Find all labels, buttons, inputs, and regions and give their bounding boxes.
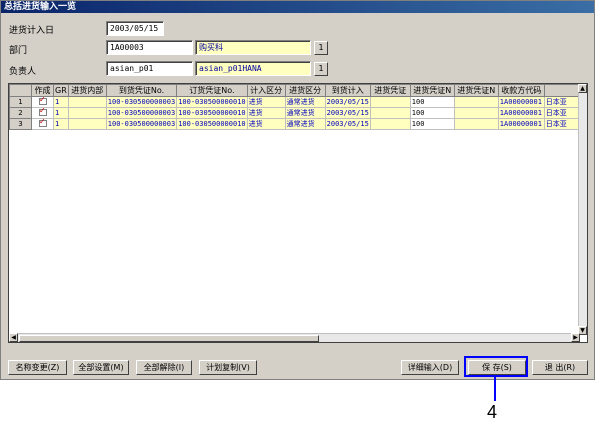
cell: 100-030500000010: [176, 96, 248, 108]
data-grid[interactable]: 作成 GR 进货内部 到货凭证No. 订货凭证No. 计入区分 进货区分 到货计…: [8, 83, 588, 343]
vertical-scrollbar[interactable]: ▲ ▼: [578, 84, 587, 335]
cell: 100-030500000003: [105, 118, 178, 130]
cell: 通常进货: [284, 107, 326, 119]
person-code-field[interactable]: asian_p01: [106, 61, 193, 76]
gr-cell: 1: [53, 107, 69, 119]
cell[interactable]: [453, 107, 499, 119]
col-header: [9, 84, 32, 97]
copy-plan-button[interactable]: 计划复制(V): [199, 360, 257, 375]
cell: 100-030500000003: [105, 96, 178, 108]
date-field[interactable]: 2003/05/15: [106, 21, 164, 36]
scroll-thumb[interactable]: [19, 335, 319, 342]
cell: 通常进货: [284, 96, 326, 108]
cell: 进货: [246, 96, 286, 108]
cell: 进货: [246, 118, 286, 130]
cell: 2003/05/15: [324, 107, 371, 119]
check-icon[interactable]: [38, 119, 47, 127]
rename-button[interactable]: 名称变更(Z): [8, 360, 67, 375]
dept-label: 部门: [9, 46, 28, 56]
cell: 2003/05/15: [324, 96, 371, 108]
cell[interactable]: 100: [409, 118, 455, 130]
save-highlight-box: [464, 356, 528, 377]
check-icon[interactable]: [38, 97, 47, 105]
grid-header-row: 作成 GR 进货内部 到货凭证No. 订货凭证No. 计入区分 进货区分 到货计…: [9, 84, 585, 97]
callout-number: 4: [487, 402, 498, 422]
table-row[interactable]: 2 1 100-030500000003 100-030500000010 进货…: [9, 107, 585, 119]
col-header[interactable]: 到货凭证No.: [105, 84, 178, 97]
col-header[interactable]: 进货区分: [284, 84, 326, 97]
col-header[interactable]: 进货凭证N: [453, 84, 499, 97]
create-checkbox[interactable]: [31, 96, 54, 108]
scroll-right-icon[interactable]: ▶: [571, 333, 580, 342]
horizontal-scrollbar[interactable]: ◀ ▶: [9, 333, 580, 342]
cell[interactable]: [67, 107, 107, 119]
gr-cell: 1: [53, 118, 69, 130]
cell: 1A00000001: [497, 118, 545, 130]
gr-cell: 1: [53, 96, 69, 108]
row-number[interactable]: 1: [9, 96, 32, 108]
col-header[interactable]: 计入区分: [246, 84, 286, 97]
col-header[interactable]: 进货凭证: [369, 84, 411, 97]
col-header[interactable]: 作成: [31, 84, 54, 97]
cell: 1A00000001: [497, 107, 545, 119]
cell[interactable]: [369, 107, 411, 119]
col-header[interactable]: 进货凭证N: [409, 84, 455, 97]
cell[interactable]: [369, 118, 411, 130]
person-name-field: asian_p01HANA: [195, 61, 311, 76]
cell: 2003/05/15: [324, 118, 371, 130]
col-header[interactable]: 到货计入: [324, 84, 371, 97]
scroll-left-icon[interactable]: ◀: [9, 333, 18, 342]
check-icon[interactable]: [38, 108, 47, 116]
main-window: 总括进货输入一览 进货计入日 2003/05/15 部门 1A00003 购买科…: [0, 0, 595, 380]
date-label: 进货计入日: [9, 26, 55, 36]
person-label: 负责人: [9, 67, 37, 77]
cell: 100-030500000010: [176, 118, 248, 130]
cell[interactable]: 100: [409, 107, 455, 119]
cell: 100-030500000003: [105, 107, 178, 119]
row-number[interactable]: 3: [9, 118, 32, 130]
row-number[interactable]: 2: [9, 107, 32, 119]
cell: 100-030500000010: [176, 107, 248, 119]
col-header[interactable]: 收款方代码: [497, 84, 545, 97]
cell: 通常进货: [284, 118, 326, 130]
dept-code-field[interactable]: 1A00003: [106, 40, 193, 55]
create-checkbox[interactable]: [31, 118, 54, 130]
detail-input-button[interactable]: 详细输入(D): [401, 360, 459, 375]
window-title: 总括进货输入一览: [1, 1, 594, 13]
cell: 1A00000001: [497, 96, 545, 108]
col-header[interactable]: 订货凭证No.: [176, 84, 248, 97]
col-header[interactable]: GR: [53, 84, 69, 97]
dept-name-field: 购买科: [195, 40, 311, 55]
cell: 进货: [246, 107, 286, 119]
table-row[interactable]: 3 1 100-030500000003 100-030500000010 进货…: [9, 118, 585, 130]
cell[interactable]: [369, 96, 411, 108]
exit-button[interactable]: 退 出(R): [532, 360, 588, 375]
clear-all-button[interactable]: 全部解除(I): [136, 360, 192, 375]
dept-search-button[interactable]: 1: [314, 41, 328, 55]
col-header[interactable]: 进货内部: [67, 84, 107, 97]
cell[interactable]: 100: [409, 96, 455, 108]
grid-table: 作成 GR 进货内部 到货凭证No. 订货凭证No. 计入区分 进货区分 到货计…: [9, 84, 585, 130]
cell[interactable]: [67, 118, 107, 130]
table-row[interactable]: 1 1 100-030500000003 100-030500000010 进货…: [9, 96, 585, 108]
callout-line: [494, 377, 496, 401]
cell[interactable]: [453, 96, 499, 108]
cell[interactable]: [67, 96, 107, 108]
person-search-button[interactable]: 1: [314, 62, 328, 76]
scroll-up-icon[interactable]: ▲: [578, 84, 587, 93]
set-all-button[interactable]: 全部设置(M): [73, 360, 129, 375]
create-checkbox[interactable]: [31, 107, 54, 119]
cell[interactable]: [453, 118, 499, 130]
